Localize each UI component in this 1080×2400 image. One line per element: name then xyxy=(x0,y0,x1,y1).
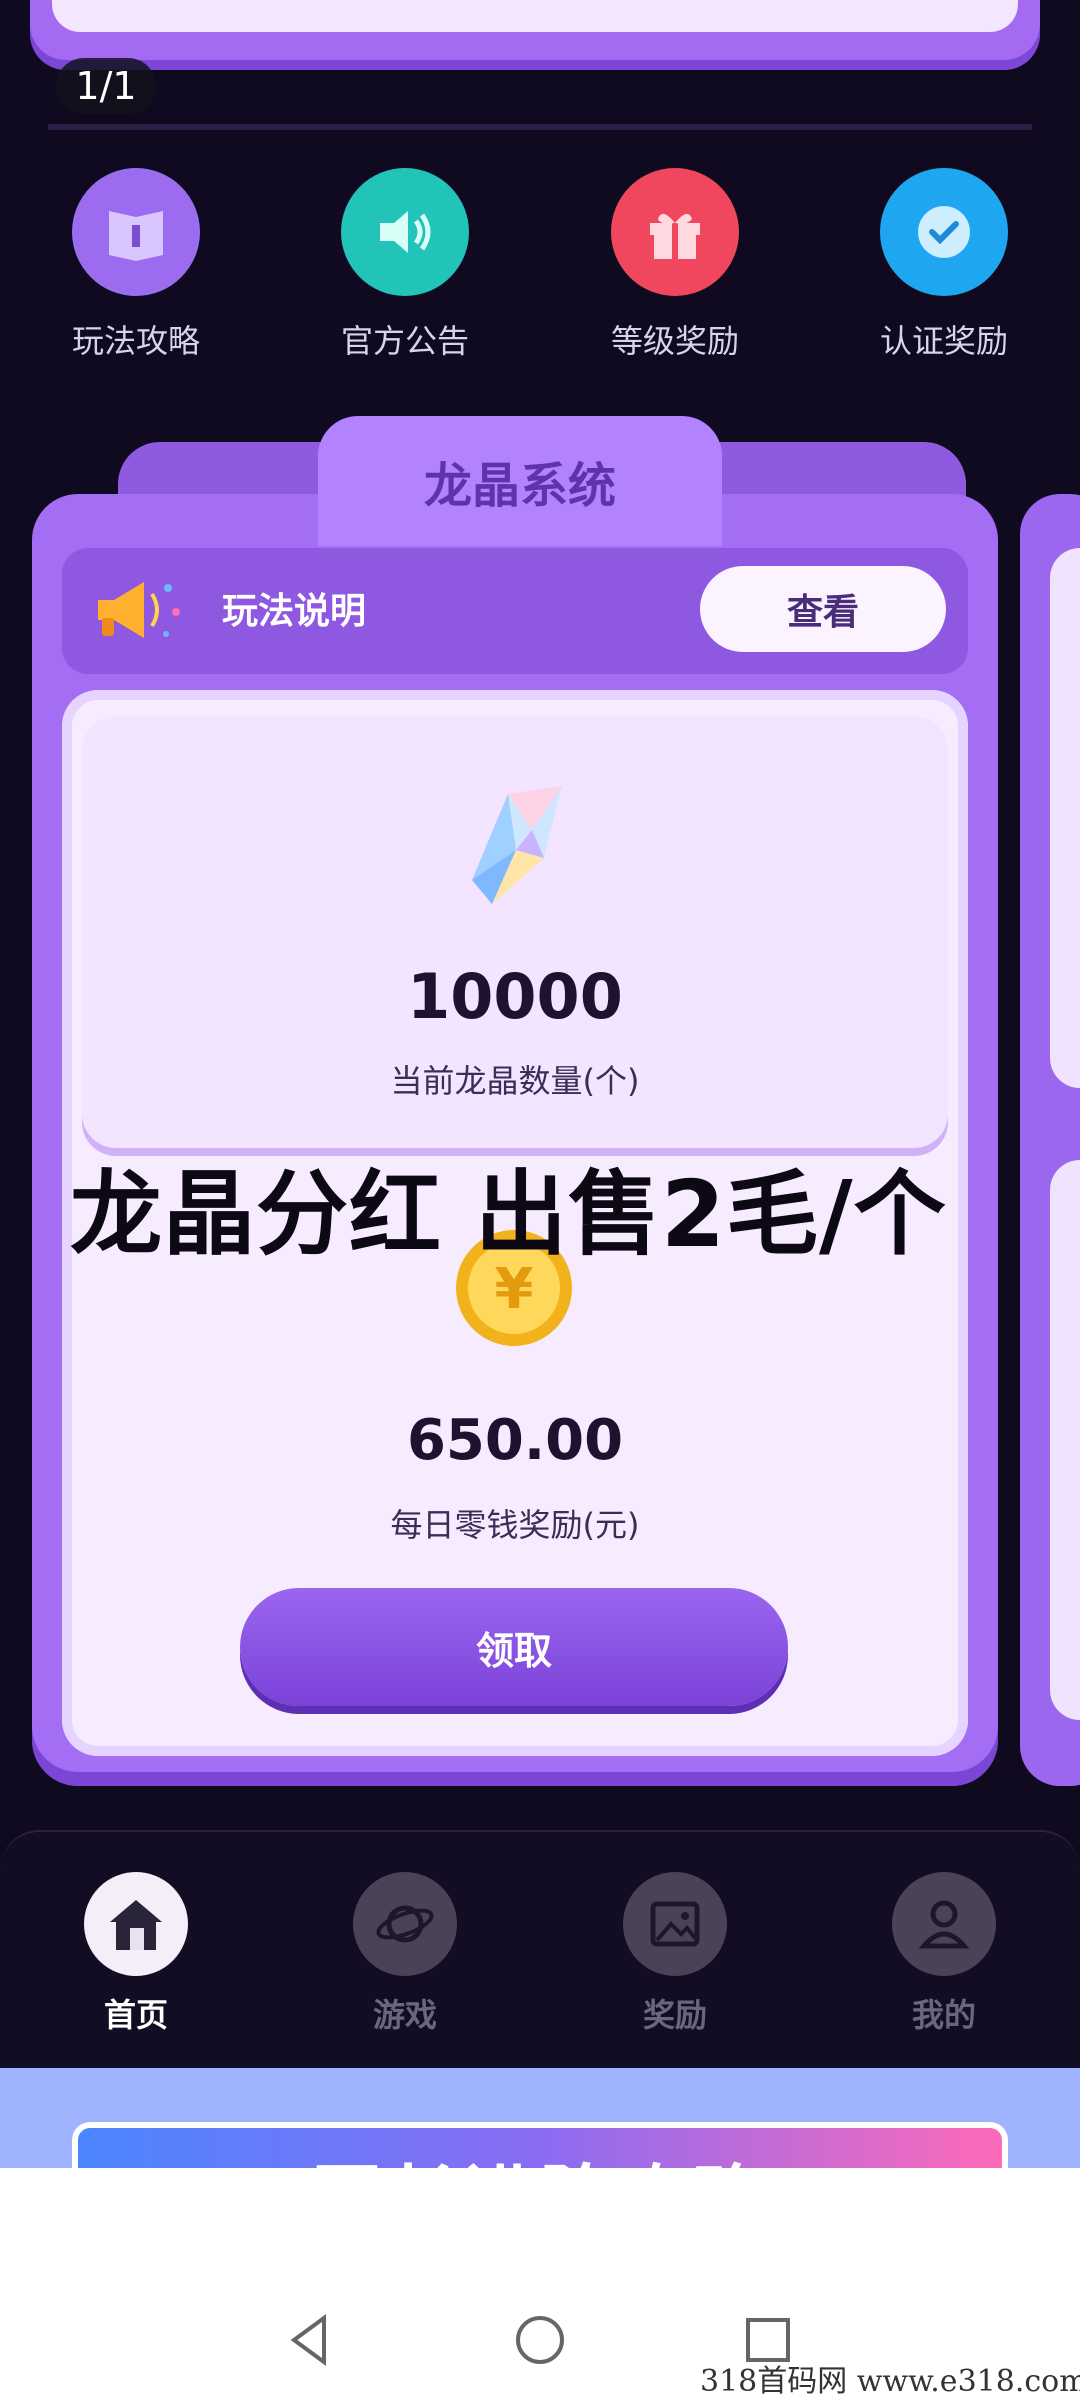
next-card-panel xyxy=(1050,548,1080,1088)
megaphone-icon xyxy=(92,572,188,652)
crystal-count: 10000 xyxy=(407,960,623,1033)
nav-label: 游戏 xyxy=(372,1996,437,2034)
nav-home[interactable]: 首页 xyxy=(36,1872,236,2036)
quick-action-label: 等级奖励 xyxy=(610,322,739,360)
quick-action-verify-reward[interactable]: 认证奖励 xyxy=(844,168,1044,362)
overlay-caption: 龙晶分红 出售2毛/个 xyxy=(70,1161,947,1268)
planet-icon xyxy=(353,1872,457,1976)
view-button[interactable]: 查看 xyxy=(700,566,946,652)
quick-action-level-reward[interactable]: 等级奖励 xyxy=(575,168,775,362)
back-triangle-icon[interactable] xyxy=(280,2310,340,2370)
crystal-caption: 当前龙晶数量(个) xyxy=(390,1062,640,1100)
coin-amount: 650.00 xyxy=(406,1408,624,1473)
crystal-icon xyxy=(452,780,580,916)
nav-label: 我的 xyxy=(911,1996,976,2034)
previous-card-inner xyxy=(52,0,1018,32)
quick-action-label: 官方公告 xyxy=(340,322,469,360)
claim-button[interactable]: 领取 xyxy=(240,1588,788,1706)
quick-action-announcement[interactable]: 官方公告 xyxy=(305,168,505,362)
book-icon xyxy=(72,168,200,296)
nav-games[interactable]: 游戏 xyxy=(305,1872,505,2036)
nav-label: 首页 xyxy=(103,1996,168,2034)
next-card-panel xyxy=(1050,1160,1080,1720)
nav-profile[interactable]: 我的 xyxy=(844,1872,1044,2036)
watermark: 318首码网 www.e318.com xyxy=(700,2364,1080,2399)
gift-icon xyxy=(611,168,739,296)
speaker-icon xyxy=(341,168,469,296)
image-icon xyxy=(623,1872,727,1976)
quick-action-guide[interactable]: 玩法攻略 xyxy=(36,168,236,362)
home-icon xyxy=(84,1872,188,1976)
gameplay-info-label: 玩法说明 xyxy=(222,591,367,632)
page-indicator: 1/1 xyxy=(56,58,156,114)
card-title: 龙晶系统 xyxy=(318,416,722,546)
quick-action-label: 认证奖励 xyxy=(879,322,1008,360)
nav-label: 奖励 xyxy=(642,1996,707,2034)
coin-caption: 每日零钱奖励(元) xyxy=(390,1506,640,1544)
nav-rewards[interactable]: 奖励 xyxy=(575,1872,775,2036)
home-circle-icon[interactable] xyxy=(510,2310,570,2370)
user-icon xyxy=(892,1872,996,1976)
verified-badge-icon xyxy=(880,168,1008,296)
divider xyxy=(48,124,1032,130)
quick-action-label: 玩法攻略 xyxy=(71,322,200,360)
